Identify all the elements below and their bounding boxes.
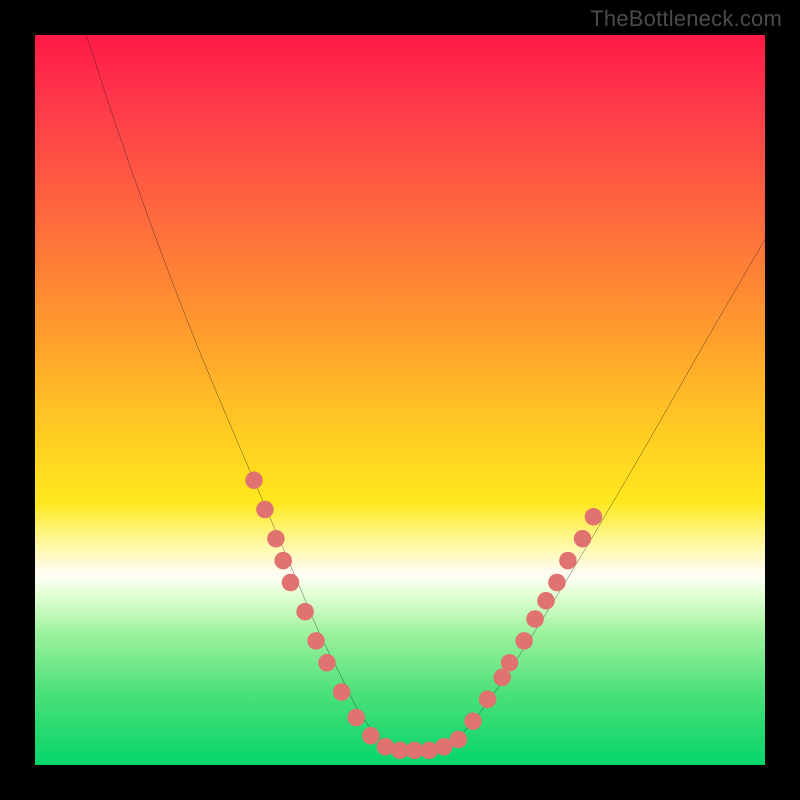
data-marker (574, 530, 592, 548)
data-marker (501, 654, 519, 672)
plot-area (35, 35, 765, 765)
chart-svg (35, 35, 765, 765)
data-marker (450, 731, 468, 749)
data-marker (245, 472, 263, 490)
data-marker (267, 530, 285, 548)
data-marker (307, 632, 325, 650)
data-marker (548, 574, 566, 592)
data-marker (420, 742, 438, 760)
data-marker (274, 552, 292, 570)
data-marker (526, 610, 544, 628)
data-marker (559, 552, 577, 570)
data-marker (333, 683, 351, 701)
data-marker (479, 691, 497, 709)
data-marker (585, 508, 603, 526)
data-marker (464, 712, 482, 730)
data-marker (362, 727, 380, 745)
data-marker (537, 592, 555, 610)
chart-frame: TheBottleneck.com (0, 0, 800, 800)
data-markers (245, 472, 602, 760)
watermark-text: TheBottleneck.com (590, 6, 782, 32)
data-marker (318, 654, 336, 672)
bottleneck-curve (86, 35, 765, 751)
data-marker (296, 603, 314, 621)
data-marker (282, 574, 300, 592)
data-marker (256, 501, 274, 519)
data-marker (347, 709, 365, 727)
data-marker (515, 632, 533, 650)
data-marker (377, 738, 395, 756)
